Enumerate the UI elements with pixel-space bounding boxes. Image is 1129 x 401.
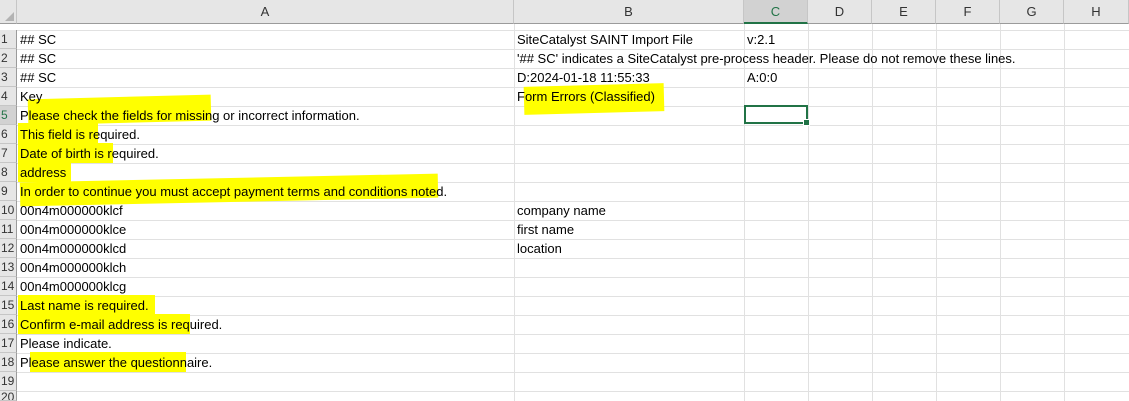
active-cell-c5[interactable]	[744, 105, 810, 126]
gridline	[17, 296, 1129, 297]
cell-a13[interactable]: 00n4m000000klch	[17, 258, 126, 277]
cell-a16[interactable]: Confirm e-mail address is required.	[17, 315, 222, 334]
row-header-1[interactable]: 1	[0, 30, 17, 49]
row-header-14[interactable]: 14	[0, 277, 17, 296]
cell-a4[interactable]: Key	[17, 87, 42, 106]
cell-b12[interactable]: location	[514, 239, 562, 258]
cell-b2[interactable]: '## SC' indicates a SiteCatalyst pre-pro…	[514, 49, 1016, 68]
cell-c1[interactable]: v:2.1	[744, 30, 775, 49]
gridline	[17, 391, 1129, 392]
cell-a7[interactable]: Date of birth is required.	[17, 144, 159, 163]
row-header-13[interactable]: 13	[0, 258, 17, 277]
cell-b3[interactable]: D:2024-01-18 11:55:33	[514, 68, 650, 87]
cell-b10[interactable]: company name	[514, 201, 606, 220]
cell-a14[interactable]: 00n4m000000klcg	[17, 277, 126, 296]
select-all-triangle-icon	[5, 12, 14, 21]
row-header-17[interactable]: 17	[0, 334, 17, 353]
row-header-6[interactable]: 6	[0, 125, 17, 144]
select-all-button[interactable]	[0, 0, 17, 24]
cell-a1[interactable]: ## SC	[17, 30, 56, 49]
row-header-9[interactable]: 9	[0, 182, 17, 201]
row-header-10[interactable]: 10	[0, 201, 17, 220]
gridline	[17, 277, 1129, 278]
gridline	[17, 334, 1129, 335]
row-header-18[interactable]: 18	[0, 353, 17, 372]
gridline	[1064, 24, 1065, 401]
column-header-a[interactable]: A	[17, 0, 514, 24]
row-header-19[interactable]: 19	[0, 372, 17, 391]
gridline	[936, 24, 937, 401]
cell-b11[interactable]: first name	[514, 220, 574, 239]
row-header-12[interactable]: 12	[0, 239, 17, 258]
cell-a15[interactable]: Last name is required.	[17, 296, 149, 315]
cell-a11[interactable]: 00n4m000000klce	[17, 220, 126, 239]
spreadsheet-grid[interactable]: A B C D E F G H 1 2 3 4 5 6 7 8 9 10 11 …	[0, 0, 1129, 401]
cell-a5[interactable]: Please check the fields for missing or i…	[17, 106, 360, 125]
cell-c3[interactable]: A:0:0	[744, 68, 777, 87]
column-header-g[interactable]: G	[1000, 0, 1064, 24]
column-header-h[interactable]: H	[1064, 0, 1129, 24]
gridline	[17, 258, 1129, 259]
column-header-f[interactable]: F	[936, 0, 1000, 24]
row-header-2[interactable]: 2	[0, 49, 17, 68]
cell-a3[interactable]: ## SC	[17, 68, 56, 87]
row-header-16[interactable]: 16	[0, 315, 17, 334]
cell-b4[interactable]: Form Errors (Classified)	[514, 87, 655, 106]
column-header-b[interactable]: B	[514, 0, 744, 24]
fill-handle[interactable]	[803, 119, 810, 126]
gridline	[17, 125, 1129, 126]
row-header-5[interactable]: 5	[0, 106, 17, 125]
cell-a10[interactable]: 00n4m000000klcf	[17, 201, 123, 220]
cell-a2[interactable]: ## SC	[17, 49, 56, 68]
gridline	[808, 24, 809, 401]
cell-a17[interactable]: Please indicate.	[17, 334, 112, 353]
cell-b1[interactable]: SiteCatalyst SAINT Import File	[514, 30, 693, 49]
cell-a8[interactable]: address	[17, 163, 66, 182]
cell-a6[interactable]: This field is required.	[17, 125, 140, 144]
row-header-7[interactable]: 7	[0, 144, 17, 163]
cell-a12[interactable]: 00n4m000000klcd	[17, 239, 126, 258]
column-header-d[interactable]: D	[808, 0, 872, 24]
row-header-11[interactable]: 11	[0, 220, 17, 239]
cell-a9[interactable]: In order to continue you must accept pay…	[17, 182, 447, 201]
row-header-4[interactable]: 4	[0, 87, 17, 106]
gridline	[872, 24, 873, 401]
column-header-e[interactable]: E	[872, 0, 936, 24]
row-header-20[interactable]: 20	[0, 391, 17, 401]
column-header-c[interactable]: C	[744, 0, 808, 24]
row-header-15[interactable]: 15	[0, 296, 17, 315]
gridline	[1000, 24, 1001, 401]
gridline	[17, 239, 1129, 240]
gridline	[17, 163, 1129, 164]
row-header-3[interactable]: 3	[0, 68, 17, 87]
row-header-8[interactable]: 8	[0, 163, 17, 182]
cell-a18[interactable]: Please answer the questionnaire.	[17, 353, 212, 372]
gridline	[17, 372, 1129, 373]
gridline	[17, 144, 1129, 145]
